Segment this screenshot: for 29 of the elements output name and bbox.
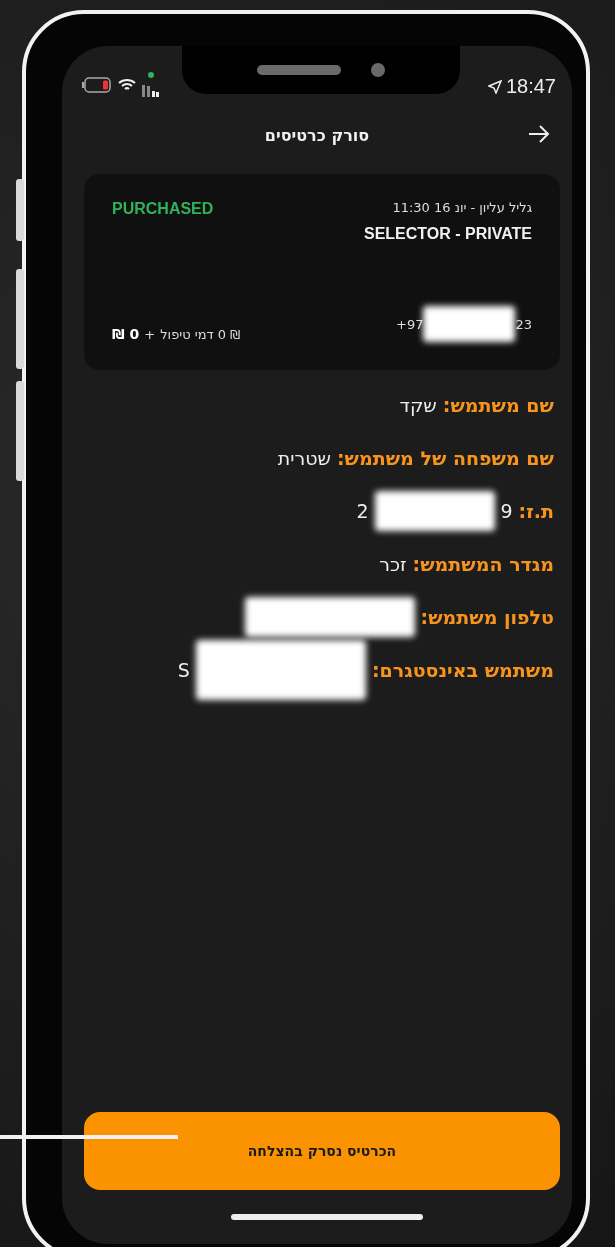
plus-sign: + <box>144 326 156 342</box>
field-value: שטרית <box>277 446 331 469</box>
field-label: טלפון משתמש: <box>420 605 554 628</box>
field-label: שם משפחה של משתמש: <box>336 446 554 469</box>
price-text: 0 ₪ <box>112 326 140 342</box>
camera-dot <box>371 63 385 77</box>
field-label: משתמש באינסטגרם: <box>371 658 554 681</box>
wifi-icon <box>118 78 136 92</box>
field-value: זכר <box>379 552 407 575</box>
ticket-type: SELECTOR - PRIVATE <box>364 225 532 243</box>
field-value: שקד <box>399 393 437 416</box>
event-info: גליל עליון - יונ 16 11:30 <box>391 200 532 215</box>
ticket-status: PURCHASED <box>112 200 214 218</box>
field-label: מגדר המשתמש: <box>412 552 554 575</box>
battery-icon <box>82 77 112 93</box>
back-arrow-icon[interactable] <box>528 125 550 143</box>
scan-success-button[interactable]: הכרטיס נסרק בהצלחה <box>84 1112 560 1190</box>
fee-text: ₪ 0 דמי טיפול <box>160 326 241 342</box>
signal-icon <box>142 72 160 98</box>
screen-title: סורק כרטיסים <box>264 125 370 145</box>
status-time: 18:47 <box>505 75 556 98</box>
field-label: ת.ז: <box>518 499 554 522</box>
field-value-fragment: S <box>177 658 190 681</box>
location-arrow-icon <box>487 79 502 94</box>
phone-number-fragment: 23 <box>515 316 532 332</box>
field-value-fragment: 2 <box>356 499 369 522</box>
phone-number-fragment: +97 <box>396 316 424 332</box>
field-label: שם משתמש: <box>442 393 554 416</box>
field-value-fragment: 9 <box>500 499 513 522</box>
